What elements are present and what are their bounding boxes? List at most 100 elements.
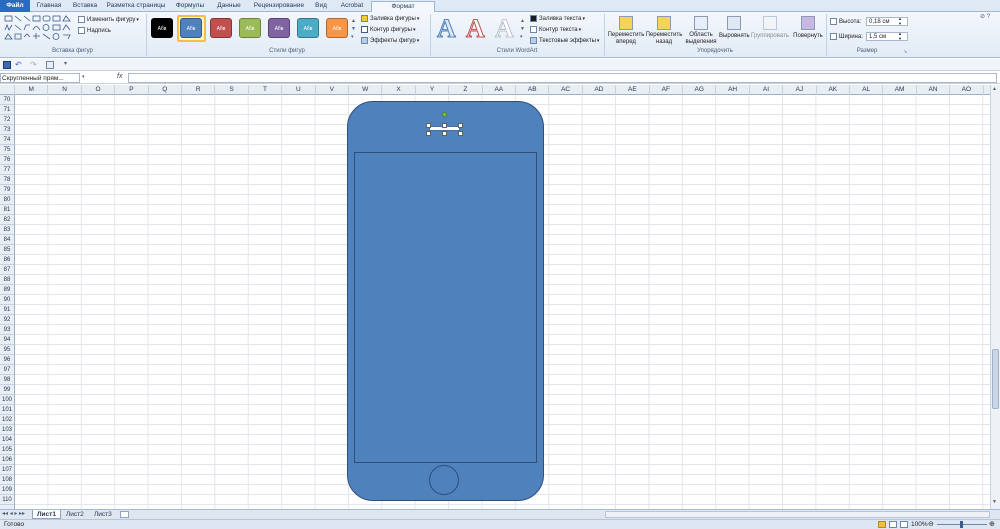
column-header[interactable]: AE xyxy=(616,85,650,95)
scroll-up-icon[interactable]: ▲ xyxy=(992,86,997,92)
row-header[interactable]: 96 xyxy=(0,355,14,365)
phone-screen-shape[interactable] xyxy=(354,152,537,463)
insert-function-icon[interactable]: fx xyxy=(117,73,122,80)
column-header[interactable]: P xyxy=(115,85,149,95)
sheet-nav-arrows-icon[interactable]: ◂◂ ◂ ▸ ▸▸ xyxy=(2,510,25,517)
column-header[interactable]: AC xyxy=(549,85,583,95)
row-header[interactable]: 70 xyxy=(0,95,14,105)
row-header[interactable]: 79 xyxy=(0,185,14,195)
horizontal-scrollbar[interactable] xyxy=(605,511,990,518)
formula-input[interactable] xyxy=(128,73,997,83)
redo-icon[interactable]: ↷ xyxy=(30,60,37,69)
resize-handle-tl[interactable] xyxy=(426,123,431,128)
row-header[interactable]: 104 xyxy=(0,435,14,445)
column-header[interactable]: S xyxy=(215,85,249,95)
row-header[interactable]: 98 xyxy=(0,375,14,385)
column-header[interactable]: AJ xyxy=(783,85,817,95)
sheet-tab-3[interactable]: Лист3 xyxy=(90,510,116,519)
row-header[interactable]: 72 xyxy=(0,115,14,125)
help-icon[interactable]: ⊘ ? xyxy=(980,13,990,20)
row-header[interactable]: 86 xyxy=(0,255,14,265)
column-header[interactable]: Y xyxy=(416,85,450,95)
wordart-style-blue-outline[interactable]: A xyxy=(437,14,457,44)
zoom-level[interactable]: 100% xyxy=(911,520,928,529)
text-outline-button[interactable]: Контур текста xyxy=(530,26,581,34)
row-header[interactable]: 100 xyxy=(0,395,14,405)
row-header[interactable]: 108 xyxy=(0,475,14,485)
column-header[interactable]: AO xyxy=(950,85,984,95)
column-header[interactable]: T xyxy=(249,85,283,95)
row-header[interactable]: 94 xyxy=(0,335,14,345)
sheet-tab-1[interactable]: Лист1 xyxy=(32,510,61,519)
column-header[interactable]: AH xyxy=(716,85,750,95)
normal-view-icon[interactable] xyxy=(878,521,886,528)
row-header[interactable]: 88 xyxy=(0,275,14,285)
send-backward-button[interactable]: Переместить назад xyxy=(645,14,683,48)
tab-formulas[interactable]: Формулы xyxy=(172,1,208,12)
row-header[interactable]: 102 xyxy=(0,415,14,425)
row-header[interactable]: 107 xyxy=(0,465,14,475)
style-swatch-orange[interactable]: Абв xyxy=(326,18,348,38)
style-swatch-red[interactable]: Абв xyxy=(210,18,232,38)
rotation-handle[interactable] xyxy=(442,112,447,117)
text-effects-button[interactable]: Текстовые эффекты xyxy=(530,37,599,45)
column-header[interactable]: N xyxy=(48,85,82,95)
shape-outline-button[interactable]: Контур фигуры xyxy=(361,26,415,34)
bring-forward-button[interactable]: Переместить вперед xyxy=(607,14,645,48)
column-header[interactable]: O xyxy=(82,85,116,95)
column-header[interactable]: V xyxy=(316,85,349,95)
row-header[interactable]: 82 xyxy=(0,215,14,225)
row-header[interactable]: 76 xyxy=(0,155,14,165)
customize-toolbar-icon[interactable]: ▾ xyxy=(64,60,67,67)
style-swatch-aqua[interactable]: Абв xyxy=(297,18,319,38)
quick-print-icon[interactable] xyxy=(46,61,54,69)
row-header[interactable]: 81 xyxy=(0,205,14,215)
column-header[interactable]: AK xyxy=(817,85,850,95)
page-break-view-icon[interactable] xyxy=(900,521,908,528)
name-box[interactable]: Скругленный прям... xyxy=(0,73,80,83)
tab-page-layout[interactable]: Разметка страницы xyxy=(106,1,166,12)
column-header[interactable]: AB xyxy=(516,85,550,95)
wordart-style-gray[interactable]: A xyxy=(495,14,515,44)
column-header[interactable]: AI xyxy=(750,85,784,95)
column-header[interactable]: Z xyxy=(449,85,483,95)
resize-handle-tc[interactable] xyxy=(442,123,447,128)
column-header[interactable]: AD xyxy=(583,85,617,95)
column-header[interactable]: AA xyxy=(483,85,516,95)
scroll-thumb[interactable] xyxy=(992,349,999,409)
row-header[interactable]: 84 xyxy=(0,235,14,245)
selection-pane-button[interactable]: Область выделения xyxy=(683,14,719,48)
page-layout-view-icon[interactable] xyxy=(889,521,897,528)
row-header[interactable]: 95 xyxy=(0,345,14,355)
tab-acrobat[interactable]: Acrobat xyxy=(336,1,368,12)
zoom-slider-thumb[interactable] xyxy=(960,521,963,528)
resize-handle-tr[interactable] xyxy=(458,123,463,128)
shape-fill-button[interactable]: Заливка фигуры xyxy=(361,15,419,23)
column-header[interactable]: W xyxy=(349,85,383,95)
column-header[interactable]: AF xyxy=(650,85,683,95)
row-header[interactable]: 83 xyxy=(0,225,14,235)
wordart-style-red-outline[interactable]: A xyxy=(466,14,486,44)
row-header[interactable]: 106 xyxy=(0,455,14,465)
style-swatch-green[interactable]: Абв xyxy=(239,18,261,38)
size-dialog-launcher-icon[interactable]: ↘ xyxy=(903,49,907,55)
zoom-out-icon[interactable]: ⊖ xyxy=(928,520,934,529)
resize-handle-br[interactable] xyxy=(458,131,463,136)
row-header[interactable]: 74 xyxy=(0,135,14,145)
width-spinner[interactable]: ▲ ▼ xyxy=(898,31,902,41)
row-header[interactable]: 101 xyxy=(0,405,14,415)
row-header[interactable]: 97 xyxy=(0,365,14,375)
row-header[interactable]: 93 xyxy=(0,325,14,335)
column-header[interactable]: AN xyxy=(917,85,951,95)
row-header[interactable]: 109 xyxy=(0,485,14,495)
row-header[interactable]: 110 xyxy=(0,495,14,505)
row-header[interactable]: 85 xyxy=(0,245,14,255)
resize-handle-bc[interactable] xyxy=(442,131,447,136)
wordart-scroll-arrows[interactable]: ▲ ▼ ▾ xyxy=(520,17,525,41)
select-all-corner[interactable] xyxy=(0,85,15,95)
column-header[interactable]: U xyxy=(282,85,316,95)
row-header[interactable]: 99 xyxy=(0,385,14,395)
insert-sheet-icon[interactable] xyxy=(120,511,129,518)
shape-effects-button[interactable]: Эффекты фигур xyxy=(361,37,419,45)
style-swatch-blue[interactable]: Абв xyxy=(180,18,202,38)
